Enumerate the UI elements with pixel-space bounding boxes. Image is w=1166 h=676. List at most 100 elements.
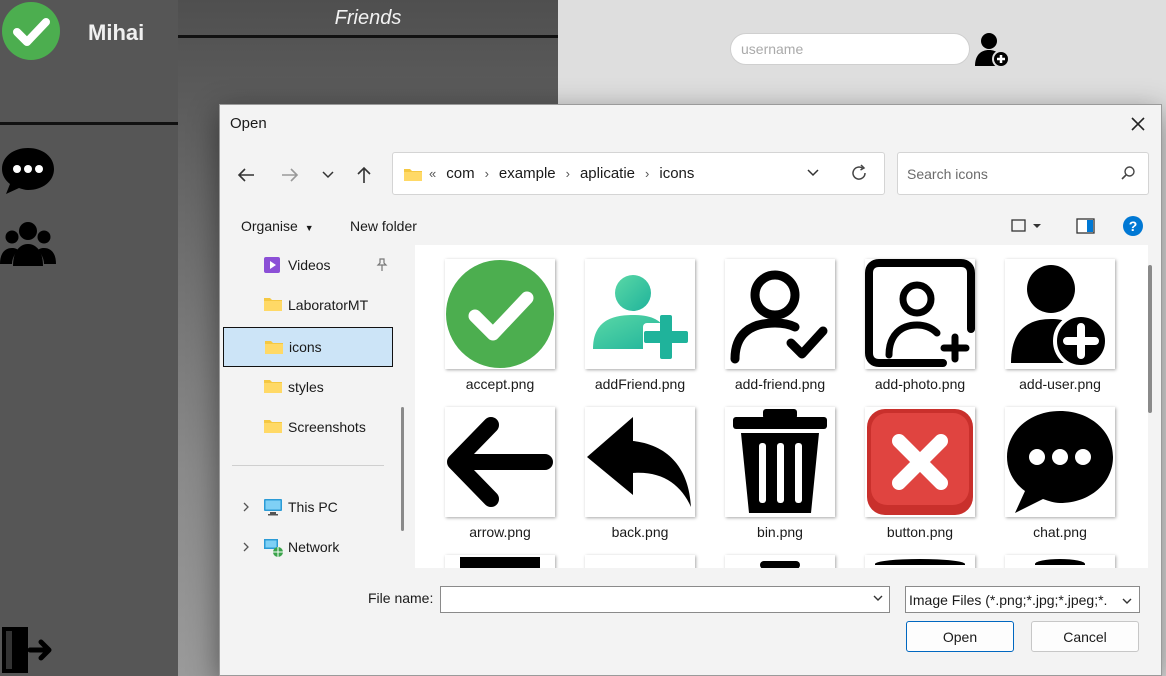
file-item[interactable]: button.png [835, 393, 975, 541]
nav-item-screenshots[interactable]: Screenshots [223, 409, 393, 445]
folder-icon [264, 298, 282, 311]
status-check-icon [2, 2, 60, 60]
chevron-right-icon[interactable] [241, 542, 251, 552]
refresh-icon[interactable] [849, 163, 869, 183]
file-name-label: File name: [368, 590, 434, 606]
nav-label-this-pc: This PC [288, 499, 338, 515]
nav-scrollbar[interactable] [401, 407, 404, 531]
file-item[interactable]: chat.png [975, 393, 1115, 541]
breadcrumb-aplicatie[interactable]: aplicatie [580, 165, 635, 182]
nav-item-this-pc[interactable]: This PC [223, 489, 393, 525]
file-item[interactable]: bin.png [695, 393, 835, 541]
file-item[interactable]: add-user.png [975, 245, 1115, 393]
file-item[interactable] [415, 541, 555, 568]
organise-label: Organise [241, 218, 298, 234]
videos-icon [264, 257, 280, 273]
chevron-down-icon [1121, 595, 1133, 607]
file-item[interactable]: accept.png [415, 245, 555, 393]
file-list: accept.png addFriend.png add-friend.png … [415, 245, 1148, 568]
forward-arrow-icon [282, 168, 299, 182]
organise-menu[interactable]: Organise ▼ [241, 218, 314, 234]
file-item[interactable]: addFriend.png [555, 245, 695, 393]
new-folder-button[interactable]: New folder [350, 218, 417, 234]
file-item[interactable] [555, 541, 695, 568]
breadcrumb-icons[interactable]: icons [659, 165, 694, 182]
file-item[interactable]: add-photo.png [835, 245, 975, 393]
chevron-right-icon[interactable] [241, 502, 251, 512]
file-thumbnail [725, 555, 835, 568]
file-item[interactable]: back.png [555, 393, 695, 541]
up-arrow-icon [357, 166, 371, 183]
nav-label-laboratormt: LaboratorMT [288, 297, 369, 313]
chevron-down-icon: ▼ [304, 223, 314, 233]
nav-divider [232, 465, 384, 466]
file-name: add-user.png [1019, 376, 1101, 392]
folder-icon [265, 341, 283, 354]
chevron-right-icon[interactable]: › [645, 166, 649, 181]
file-thumbnail [445, 555, 555, 568]
recent-locations-button[interactable] [314, 161, 342, 189]
pin-icon[interactable] [375, 258, 389, 272]
file-item[interactable] [695, 541, 835, 568]
computer-icon [264, 499, 282, 516]
address-history-chevron-icon[interactable] [805, 165, 821, 181]
navigation-pane: Videos LaboratorMT icons styles Screensh… [220, 245, 415, 568]
file-name: chat.png [1033, 524, 1087, 540]
breadcrumb-overflow[interactable]: « [429, 166, 436, 181]
chat-bubble-icon [1005, 407, 1115, 517]
nav-item-network[interactable]: Network [223, 529, 393, 565]
nav-label-network: Network [288, 539, 340, 555]
cancel-button[interactable]: Cancel [1031, 621, 1139, 652]
file-item[interactable] [975, 541, 1115, 568]
file-thumbnail [585, 555, 695, 568]
preview-pane-button[interactable] [1076, 217, 1096, 240]
chat-icon[interactable] [0, 144, 56, 201]
file-thumbnail [1005, 555, 1115, 568]
preview-pane-icon [1076, 218, 1095, 234]
help-icon: ? [1123, 216, 1143, 236]
dialog-title: Open [230, 115, 267, 132]
network-icon [264, 539, 283, 557]
up-button[interactable] [350, 161, 378, 189]
open-button[interactable]: Open [906, 621, 1014, 652]
green-check-icon [445, 259, 555, 369]
username-input[interactable] [730, 33, 970, 65]
user-check-outline-icon [725, 259, 835, 369]
chevron-down-icon [322, 171, 334, 179]
nav-item-styles[interactable]: styles [223, 369, 393, 405]
sidebar-divider [0, 122, 178, 125]
file-item[interactable]: arrow.png [415, 393, 555, 541]
file-item[interactable]: add-friend.png [695, 245, 835, 393]
nav-item-icons[interactable]: icons [223, 327, 393, 367]
content-scrollbar[interactable] [1148, 265, 1152, 413]
breadcrumb-example[interactable]: example [499, 165, 556, 182]
back-arrow-icon [237, 168, 254, 182]
breadcrumb-com[interactable]: com [446, 165, 474, 182]
close-button[interactable] [1125, 111, 1151, 137]
friends-group-icon[interactable] [0, 218, 56, 273]
forward-button[interactable] [276, 161, 304, 189]
file-type-filter[interactable]: Image Files (*.png;*.jpg;*.jpeg;*. [905, 586, 1140, 613]
nav-item-videos[interactable]: Videos [223, 247, 393, 283]
address-bar[interactable]: « com › example › aplicatie › icons [392, 152, 885, 195]
close-icon [1131, 117, 1145, 131]
logout-icon[interactable] [2, 625, 54, 676]
chevron-right-icon[interactable]: › [566, 166, 570, 181]
help-button[interactable]: ? [1122, 215, 1144, 242]
nav-label-videos: Videos [288, 257, 331, 273]
search-input[interactable] [907, 165, 1107, 182]
left-arrow-icon [445, 407, 555, 517]
view-options-button[interactable] [1011, 218, 1051, 239]
add-user-button[interactable] [972, 30, 1012, 70]
chevron-right-icon[interactable]: › [485, 166, 489, 181]
search-box[interactable] [897, 152, 1149, 195]
trash-bin-icon [725, 407, 835, 517]
nav-item-laboratormt[interactable]: LaboratorMT [223, 287, 393, 323]
teal-add-user-icon [585, 259, 695, 369]
chevron-down-icon[interactable] [872, 592, 884, 604]
file-item[interactable] [835, 541, 975, 568]
back-button[interactable] [232, 161, 260, 189]
search-icon[interactable] [1120, 165, 1136, 181]
file-name-input[interactable] [440, 586, 890, 613]
filter-value: Image Files (*.png;*.jpg;*.jpeg;*. [909, 592, 1108, 608]
